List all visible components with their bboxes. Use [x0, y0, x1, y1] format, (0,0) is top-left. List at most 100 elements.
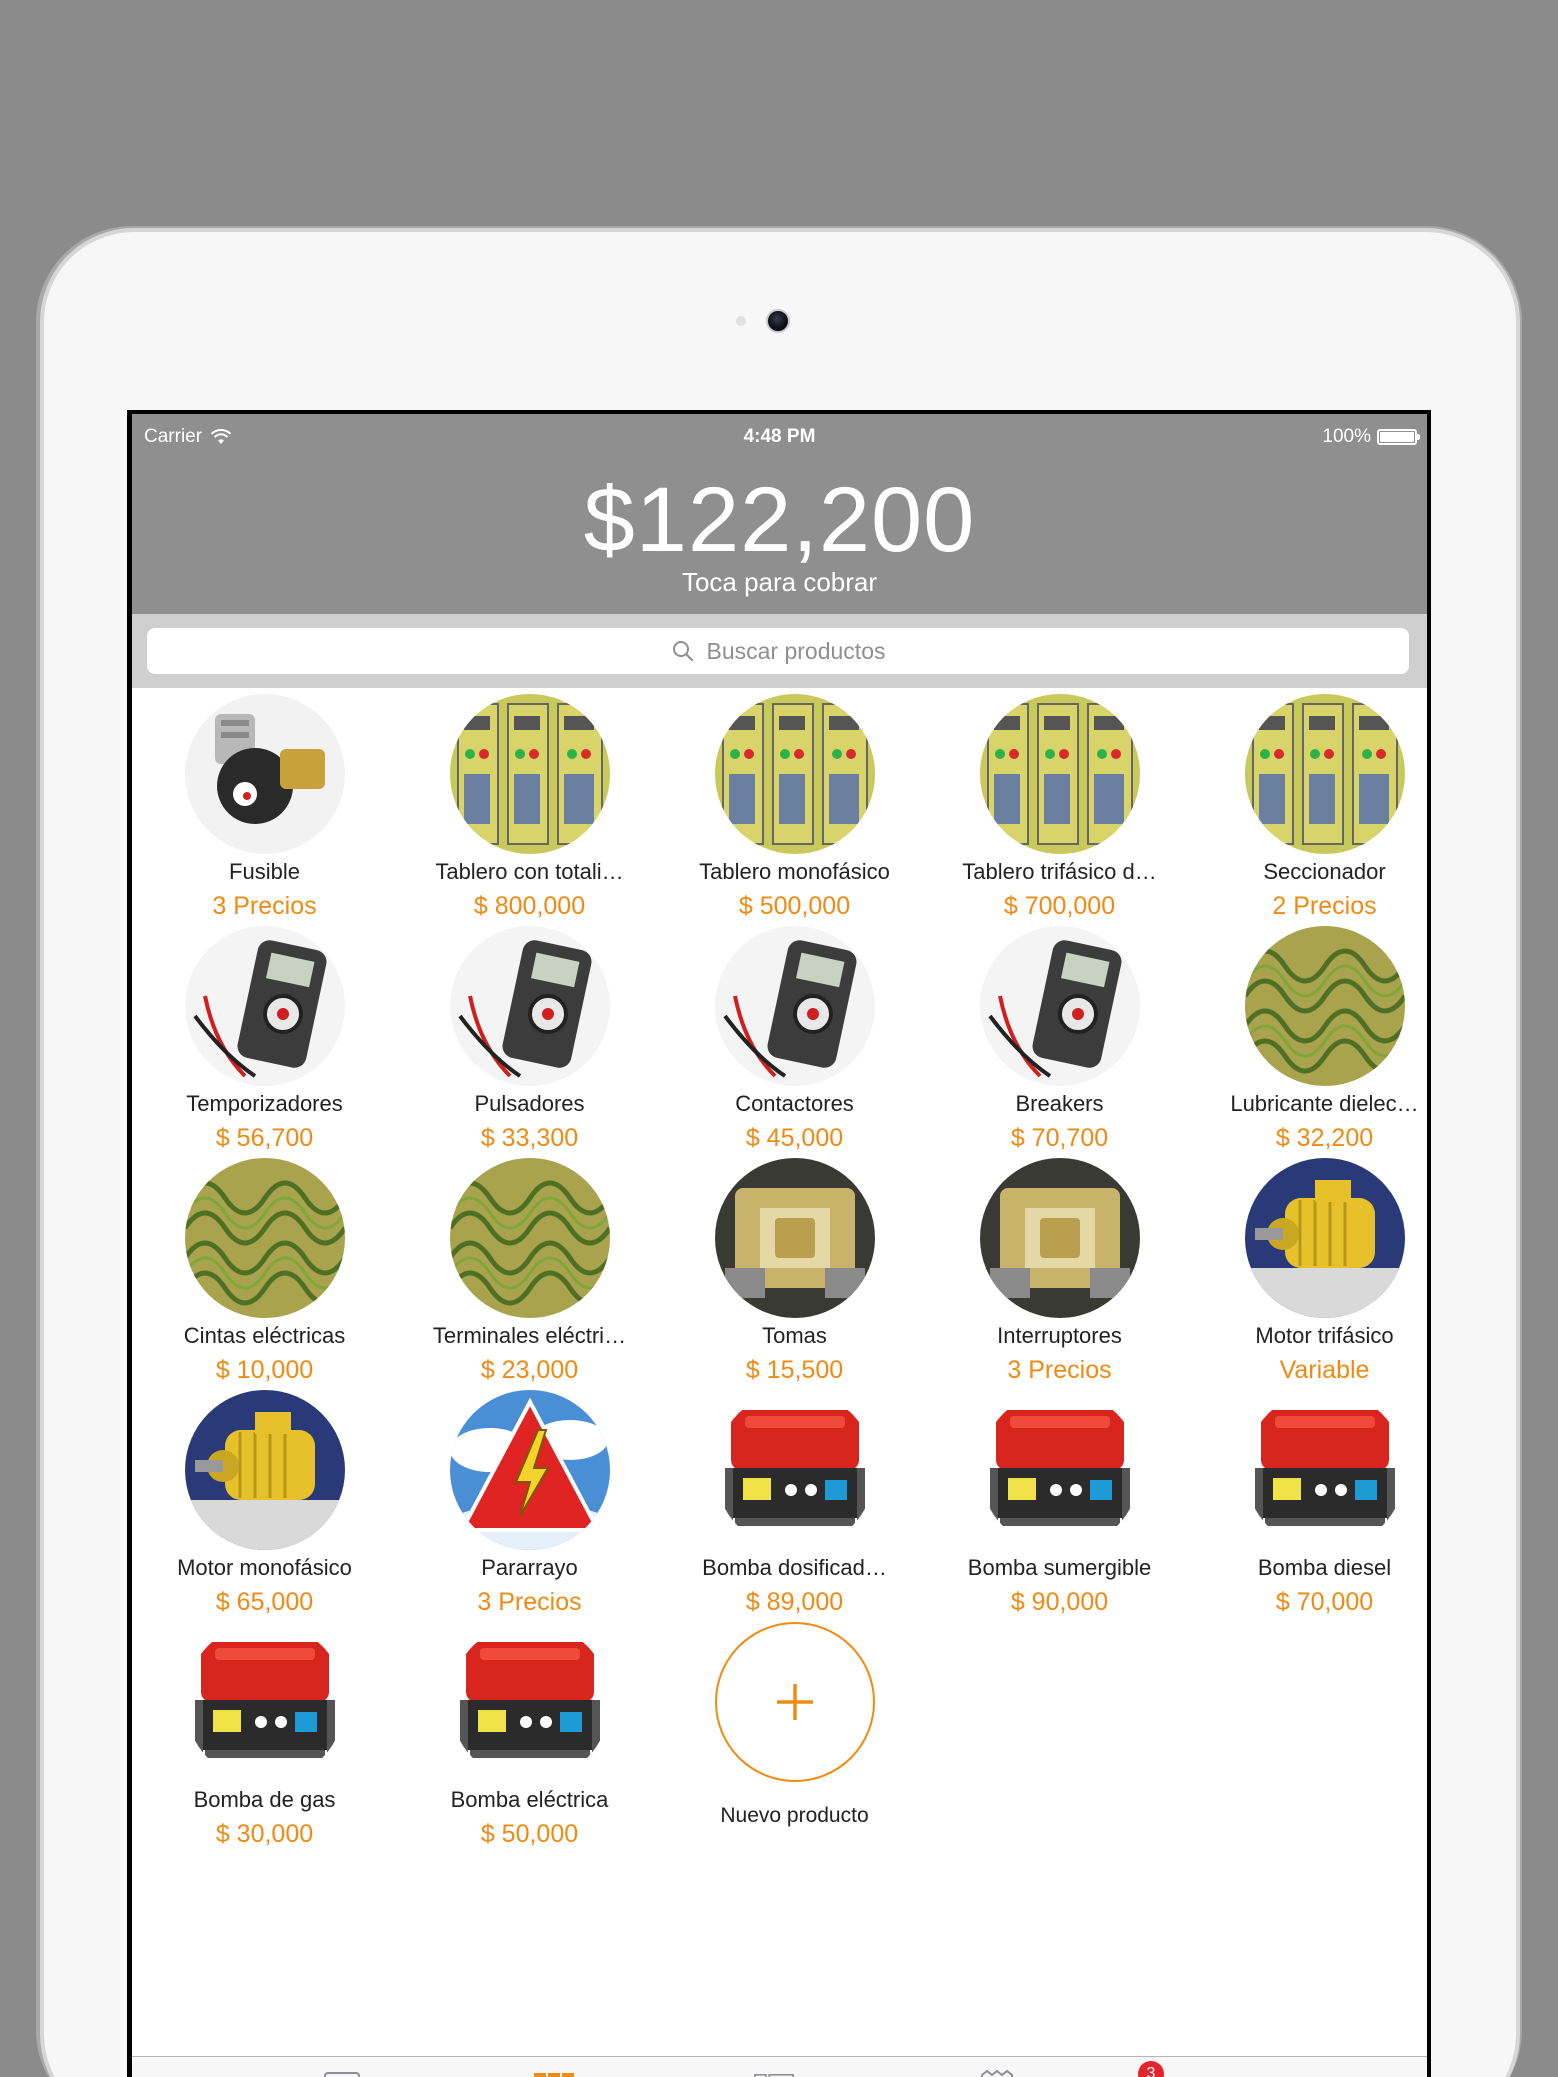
generator-photo [715, 1390, 875, 1550]
fuse-photo [185, 694, 345, 854]
front-camera-icon [766, 309, 790, 333]
product-tile[interactable]: Tablero trifásico d… $ 700,000 [927, 694, 1192, 926]
new-product-label: Nuevo producto [720, 1804, 869, 1827]
product-tile[interactable]: Pararrayo 3 Precios [397, 1390, 662, 1622]
coil-photo [1245, 926, 1405, 1086]
product-tile[interactable]: Motor monofásico $ 65,000 [132, 1390, 397, 1622]
product-tile[interactable]: Tablero monofásico $ 500,000 [662, 694, 927, 926]
product-tile[interactable]: Cintas eléctricas $ 10,000 [132, 1158, 397, 1390]
multimeter-photo [450, 926, 610, 1086]
product-name: Bomba sumergible [967, 1555, 1152, 1580]
generator-photo [185, 1622, 345, 1782]
search-input[interactable]: Buscar productos [147, 628, 1409, 674]
product-tile[interactable]: Motor trifásico Variable [1192, 1158, 1427, 1390]
product-image [185, 926, 345, 1086]
tab-receipts[interactable] [978, 2067, 1018, 2077]
product-tile[interactable]: Bomba de gas $ 30,000 [132, 1622, 397, 1854]
panel-photo [980, 694, 1140, 854]
product-image [980, 694, 1140, 854]
search-bar: Buscar productos [132, 614, 1427, 688]
motor-photo [185, 1390, 345, 1550]
product-tile[interactable]: Fusible 3 Precios [132, 694, 397, 926]
product-price: $ 56,700 [215, 1124, 314, 1152]
product-tile[interactable]: Seccionador 2 Precios [1192, 694, 1427, 926]
generator-photo [980, 1390, 1140, 1550]
product-tile[interactable]: Tablero con totali… $ 800,000 [397, 694, 662, 926]
total-header[interactable]: Carrier 4:48 PM 100% $122,200 Toca para … [132, 414, 1427, 614]
product-name: Breakers [1015, 1091, 1104, 1116]
cart-total[interactable]: $122,200 [132, 468, 1427, 573]
generator-photo [450, 1622, 610, 1782]
light-sensor [736, 316, 746, 326]
product-name: Interruptores [997, 1323, 1122, 1348]
product-tile[interactable]: Contactores $ 45,000 [662, 926, 927, 1158]
grid-icon [534, 2073, 574, 2077]
product-price: 3 Precios [212, 892, 317, 920]
app-screen: Carrier 4:48 PM 100% $122,200 Toca para … [132, 414, 1427, 2077]
product-name: Tablero monofásico [699, 859, 890, 884]
product-price: $ 15,500 [745, 1356, 844, 1384]
coil-photo [450, 1158, 610, 1318]
generator-photo [1245, 1390, 1405, 1550]
product-image [450, 1622, 610, 1782]
product-price: $ 23,000 [480, 1356, 579, 1384]
product-name: Lubricante dielec… [1230, 1091, 1419, 1116]
motor-photo [1245, 1158, 1405, 1318]
product-tile[interactable]: Bomba diesel $ 70,000 [1192, 1390, 1427, 1622]
product-name: Seccionador [1263, 859, 1386, 884]
charge-hint[interactable]: Toca para cobrar [132, 567, 1427, 598]
product-tile[interactable]: Bomba dosificad… $ 89,000 [662, 1390, 927, 1622]
product-image [450, 926, 610, 1086]
product-image [1245, 1158, 1405, 1318]
product-image [980, 1390, 1140, 1550]
product-price: $ 800,000 [473, 892, 586, 920]
multimeter-photo [715, 926, 875, 1086]
product-tile[interactable]: Breakers $ 70,700 [927, 926, 1192, 1158]
product-name: Cintas eléctricas [183, 1323, 346, 1348]
product-price: $ 700,000 [1003, 892, 1116, 920]
product-image [715, 694, 875, 854]
product-name: Fusible [229, 859, 300, 884]
tab-more[interactable] [1196, 2067, 1236, 2077]
product-image [1245, 694, 1405, 854]
search-icon [672, 641, 693, 662]
product-price: $ 10,000 [215, 1356, 314, 1384]
battery-indicator: 100% [1322, 426, 1420, 448]
product-tile[interactable]: Interruptores 3 Precios [927, 1158, 1192, 1390]
product-image [1245, 926, 1405, 1086]
new-product-button[interactable] [715, 1622, 875, 1782]
product-name: Motor monofásico [177, 1555, 352, 1580]
product-image [185, 1158, 345, 1318]
product-image [980, 926, 1140, 1086]
more-icon [1196, 2067, 1236, 2077]
product-name: Bomba dosificad… [702, 1555, 887, 1580]
ipad-frame-scene: Carrier 4:48 PM 100% $122,200 Toca para … [0, 0, 1558, 2077]
product-name: Tablero con totali… [435, 859, 624, 884]
product-image [450, 1158, 610, 1318]
product-name: Bomba eléctrica [450, 1787, 609, 1812]
tab-layout[interactable] [754, 2067, 794, 2077]
new-product-tile[interactable]: Nuevo producto [662, 1622, 927, 1854]
product-price: $ 70,700 [1010, 1124, 1109, 1152]
product-price: $ 70,000 [1275, 1588, 1374, 1616]
product-image [450, 694, 610, 854]
tab-products[interactable] [534, 2067, 574, 2077]
product-tile[interactable]: Bomba sumergible $ 90,000 [927, 1390, 1192, 1622]
product-tile[interactable]: Bomba eléctrica $ 50,000 [397, 1622, 662, 1854]
product-image [1245, 1390, 1405, 1550]
panel-photo [715, 694, 875, 854]
coil-photo [185, 1158, 345, 1318]
product-image [450, 1390, 610, 1550]
panel-photo [1245, 694, 1405, 854]
product-price: $ 89,000 [745, 1588, 844, 1616]
product-name: Terminales eléctri… [432, 1323, 627, 1348]
product-tile[interactable]: Tomas $ 15,500 [662, 1158, 927, 1390]
product-price: $ 50,000 [480, 1820, 579, 1848]
tab-register[interactable] [322, 2067, 362, 2077]
plus-icon [777, 1684, 813, 1720]
product-image [715, 1158, 875, 1318]
product-tile[interactable]: Temporizadores $ 56,700 [132, 926, 397, 1158]
product-tile[interactable]: Pulsadores $ 33,300 [397, 926, 662, 1158]
product-tile[interactable]: Terminales eléctri… $ 23,000 [397, 1158, 662, 1390]
product-tile[interactable]: Lubricante dielec… $ 32,200 [1192, 926, 1427, 1158]
